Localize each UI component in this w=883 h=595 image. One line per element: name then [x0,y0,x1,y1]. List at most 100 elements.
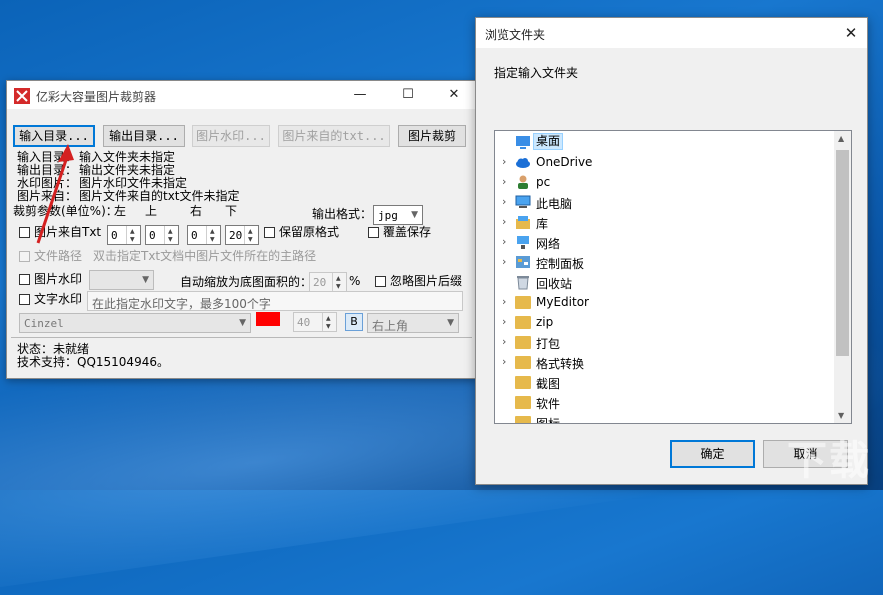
txt-source-button[interactable]: 图片来自的txt... [278,125,390,147]
library-icon [516,216,530,229]
font-value: Cinzel [24,317,64,330]
tree-item-zip[interactable]: › zip [495,312,833,332]
minimize-button[interactable]: — [337,81,383,109]
tree-item-label: zip [536,315,554,329]
output-format-value: jpg [378,209,398,222]
folder-icon [515,296,531,309]
tree-item-network[interactable]: › 网络 [495,232,833,252]
user-icon [518,175,528,189]
tree-scrollbar[interactable]: ▲ ▼ [834,131,851,423]
tree-item-label: 此电脑 [536,197,573,211]
scroll-up-icon[interactable]: ▲ [838,134,844,143]
tree-item-label: OneDrive [536,155,593,169]
tree-item-control-panel[interactable]: › 控制面板 [495,252,833,272]
tree-item-pc[interactable]: › pc [495,172,833,192]
site-watermark: 下载 [787,438,871,484]
folder-tree[interactable]: 桌面 › OneDrive › pc › 此电脑 › 库 › 网络 › 控制面板… [494,130,852,424]
tree-item-icons[interactable]: 图标 [495,412,833,423]
computer-icon [515,195,531,208]
auto-scale-stepper[interactable]: 20 ▲ ▼ [309,272,347,292]
chevron-right-icon[interactable]: › [502,295,506,308]
watermark-text-input[interactable]: 在此指定水印文字，最多100个字 [87,291,463,311]
folder-icon [515,376,531,389]
crop-bottom-value: 20 [229,229,243,242]
output-dir-button[interactable]: 输出目录... [103,125,185,147]
keep-format-checkbox[interactable] [264,227,275,238]
output-format-select[interactable]: jpg ▼ [373,205,423,225]
tree-item-library[interactable]: › 库 [495,212,833,232]
scrollbar-thumb[interactable] [836,150,849,356]
close-button[interactable]: ✕ [431,81,477,109]
app-titlebar: 亿彩大容量图片裁剪器 — ☐ ✕ [7,81,476,109]
ignore-suffix-checkbox[interactable] [375,276,386,287]
auto-scale-unit: % [349,274,361,288]
chevron-right-icon[interactable]: › [502,355,506,368]
chevron-right-icon[interactable]: › [502,175,506,188]
dialog-prompt: 指定输入文件夹 [494,66,579,80]
tree-item-screenshots[interactable]: 截图 [495,372,833,392]
text-watermark-checkbox[interactable] [19,294,30,305]
position-value: 右上角 [372,319,409,333]
tree-item-label: 库 [536,217,549,231]
tree-item-pack[interactable]: › 打包 [495,332,833,352]
chevron-right-icon[interactable]: › [502,255,506,268]
spin-arrows-icon[interactable]: ▲ ▼ [206,226,220,244]
watermark-image-button[interactable]: 图片水印... [192,125,270,147]
chevron-right-icon[interactable]: › [502,195,506,208]
crop-right-value: 0 [191,229,198,242]
from-txt-checkbox[interactable] [19,227,30,238]
font-size-value: 40 [297,316,311,329]
file-path-checkbox[interactable] [19,251,30,262]
tree-item-recycle-bin[interactable]: 回收站 [495,272,833,292]
tree-item-onedrive[interactable]: › OneDrive [495,152,833,172]
crop-bottom-label: 下 [225,204,238,218]
font-select[interactable]: Cinzel ▼ [19,313,251,333]
crop-button[interactable]: 图片裁剪 [398,125,466,147]
file-path-hint[interactable]: 双击指定Txt文档中图片文件所在的主路径 [93,250,316,263]
ok-button[interactable]: 确定 [670,440,755,468]
bold-toggle[interactable]: B [345,313,363,331]
output-format-label: 输出格式： [312,207,373,221]
tree-item-desktop[interactable]: 桌面 [495,132,833,152]
chevron-right-icon[interactable]: › [502,235,506,248]
ignore-suffix-label: 忽略图片后缀 [390,274,463,288]
crop-top-stepper[interactable]: 0 ▲ ▼ [145,225,179,245]
tree-item-label: pc [536,175,551,189]
spin-arrows-icon[interactable]: ▲ ▼ [322,313,336,331]
app-logo-icon [14,88,30,104]
tree-item-this-pc[interactable]: › 此电脑 [495,192,833,212]
chevron-right-icon[interactable]: › [502,335,506,348]
tree-item-format-convert[interactable]: › 格式转换 [495,352,833,372]
chevron-right-icon[interactable]: › [502,215,506,228]
auto-scale-label: 自动缩放为底图面积的： [180,275,313,289]
scroll-down-icon[interactable]: ▼ [838,411,844,420]
folder-icon [515,356,531,369]
tree-item-label: MyEditor [536,295,589,309]
font-size-stepper[interactable]: 40 ▲ ▼ [293,312,337,332]
maximize-button[interactable]: ☐ [385,81,431,109]
spin-arrows-icon[interactable]: ▲ ▼ [332,273,346,291]
chevron-right-icon[interactable]: › [502,155,506,168]
spin-arrows-icon[interactable]: ▲ ▼ [244,226,258,244]
image-watermark-select[interactable]: ▼ [89,270,154,290]
image-watermark-checkbox[interactable] [19,274,30,285]
tree-item-myeditor[interactable]: › MyEditor [495,292,833,312]
spin-arrows-icon[interactable]: ▲ ▼ [164,226,178,244]
spin-arrows-icon[interactable]: ▲ ▼ [126,226,140,244]
tree-item-label: 截图 [536,377,561,391]
crop-right-stepper[interactable]: 0 ▲ ▼ [187,225,221,245]
crop-left-label: 左 [114,204,127,218]
overwrite-checkbox[interactable] [368,227,379,238]
dialog-close-icon[interactable]: ✕ [837,19,865,47]
dialog-titlebar: 浏览文件夹 ✕ [476,18,867,48]
source-file-value: 图片文件来自的txt文件未指定 [79,189,240,203]
position-select[interactable]: 右上角 ▼ [367,313,459,333]
font-color-swatch[interactable] [256,312,280,326]
tree-item-software[interactable]: 软件 [495,392,833,412]
crop-bottom-stepper[interactable]: 20 ▲ ▼ [225,225,259,245]
chevron-right-icon[interactable]: › [502,315,506,328]
file-path-label: 文件路径 [34,249,83,263]
crop-left-value: 0 [111,229,118,242]
tree-item-label: 格式转换 [536,357,585,371]
crop-left-stepper[interactable]: 0 ▲ ▼ [107,225,141,245]
